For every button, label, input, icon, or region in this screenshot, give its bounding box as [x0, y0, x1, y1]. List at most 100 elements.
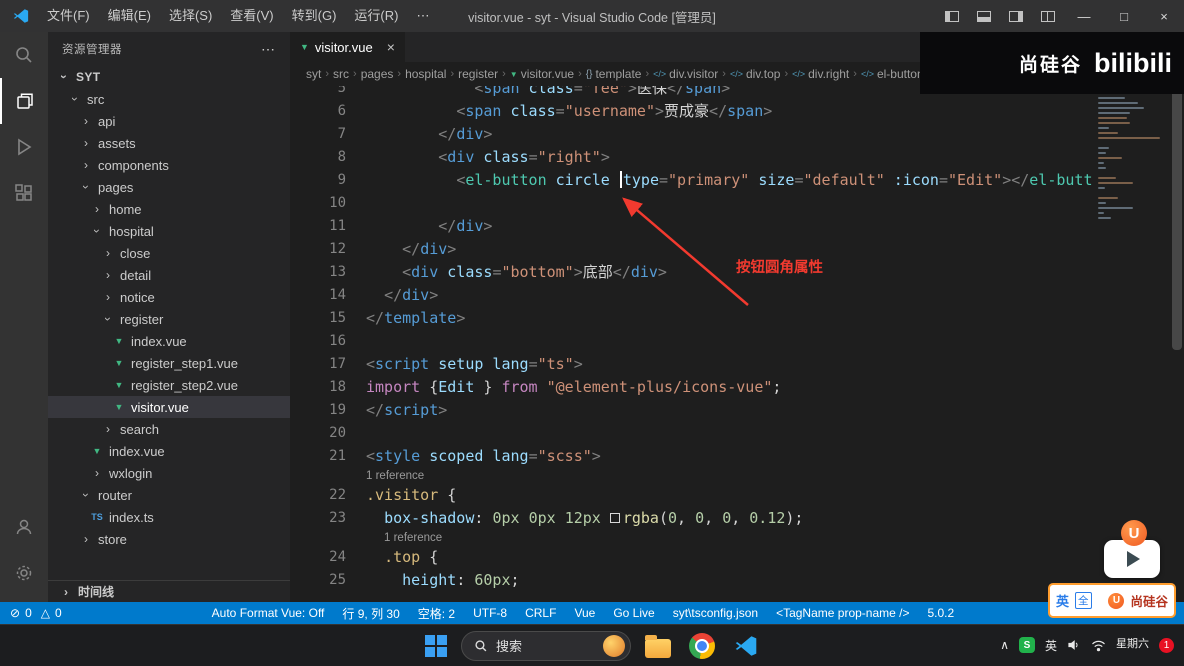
status-item[interactable]: UTF-8	[473, 606, 507, 620]
extensions-icon[interactable]	[0, 170, 48, 216]
tree-item-register_step2.vue[interactable]: ▼ register_step2.vue	[48, 374, 290, 396]
problems-indicator[interactable]: ⊘ 0 △ 0	[0, 606, 62, 620]
tree-item-pages[interactable]: › pages	[48, 176, 290, 198]
tree-item-wxlogin[interactable]: › wxlogin	[48, 462, 290, 484]
settings-gear-icon[interactable]	[0, 550, 48, 596]
tree-item-notice[interactable]: › notice	[48, 286, 290, 308]
toggle-secondary-sidebar-icon[interactable]	[1009, 10, 1023, 22]
status-item[interactable]: 空格: 2	[418, 605, 455, 622]
toggle-sidebar-icon[interactable]	[945, 10, 959, 22]
tree-item-index.ts[interactable]: TS index.ts	[48, 506, 290, 528]
ime-fullwidth-toggle[interactable]: 全	[1075, 592, 1092, 609]
tree-item-visitor.vue[interactable]: ▼ visitor.vue	[48, 396, 290, 418]
breadcrumb-item-visitor.vue[interactable]: ▼ visitor.vue	[510, 67, 574, 81]
video-play-overlay[interactable]: U	[1104, 520, 1164, 578]
start-button[interactable]	[421, 626, 451, 666]
breadcrumb-item-pages[interactable]: pages	[361, 67, 394, 81]
color-swatch-icon[interactable]	[609, 513, 620, 523]
taskbar-clock[interactable]: 星期六	[1116, 638, 1149, 652]
status-item[interactable]: CRLF	[525, 606, 556, 620]
code-editor[interactable]: 5 <span class="fee">医保</span> 6 <span cla…	[290, 86, 1092, 602]
more-actions-icon[interactable]: ⋯	[261, 41, 276, 58]
explorer-icon[interactable]	[0, 78, 48, 124]
breadcrumb-item-div.right[interactable]: </> div.right	[792, 67, 849, 81]
menu-item[interactable]: 查看(V)	[221, 0, 282, 32]
tree-item-router[interactable]: › router	[48, 484, 290, 506]
tab-visitor-vue[interactable]: ▼ visitor.vue ×	[290, 32, 405, 62]
status-item[interactable]: syt\tsconfig.json	[673, 606, 758, 620]
tree-item-home[interactable]: › home	[48, 198, 290, 220]
ime-indicator[interactable]: 英	[1045, 637, 1057, 654]
tree-item-index.vue[interactable]: ▼ index.vue	[48, 330, 290, 352]
breadcrumb-item-el-button[interactable]: </> el-button	[861, 67, 924, 81]
breadcrumb-item-hospital[interactable]: hospital	[405, 67, 446, 81]
tree-item-label: home	[109, 201, 142, 217]
timeline-section[interactable]: › 时间线	[48, 580, 290, 602]
codelens-label[interactable]: 1 reference	[366, 468, 424, 484]
search-icon[interactable]	[0, 32, 48, 78]
code-text: </template>	[366, 309, 466, 327]
ime-mode-toggle[interactable]: 英	[1056, 591, 1069, 610]
code-line: 18 import {Edit } from "@element-plus/ico…	[290, 376, 1092, 399]
notification-badge[interactable]: 1	[1159, 637, 1174, 653]
menu-item[interactable]: 文件(F)	[38, 0, 99, 32]
menu-item[interactable]: 编辑(E)	[99, 0, 160, 32]
status-item[interactable]: Vue	[574, 606, 595, 620]
tab-close-icon[interactable]: ×	[387, 39, 395, 55]
code-text: <span class="fee">医保</span>	[474, 86, 731, 97]
sogou-icon[interactable]: S	[1018, 637, 1035, 653]
taskbar-search[interactable]: 搜索	[461, 630, 631, 661]
tree-item-hospital[interactable]: › hospital	[48, 220, 290, 242]
tree-item-assets[interactable]: › assets	[48, 132, 290, 154]
scrollbar-track[interactable]	[1170, 86, 1184, 602]
status-item[interactable]: 5.0.2	[927, 606, 954, 620]
breadcrumb-item-register[interactable]: register	[458, 67, 498, 81]
tree-item-api[interactable]: › api	[48, 110, 290, 132]
breadcrumb-item-div.top[interactable]: </> div.top	[730, 67, 780, 81]
status-item[interactable]: 行 9, 列 30	[342, 605, 399, 622]
menu-item[interactable]: 选择(S)	[160, 0, 221, 32]
tree-item-close[interactable]: › close	[48, 242, 290, 264]
toggle-panel-icon[interactable]	[977, 10, 991, 22]
tree-item-search[interactable]: › search	[48, 418, 290, 440]
tree-item-index.vue[interactable]: ▼ index.vue	[48, 440, 290, 462]
minimap-line	[1098, 97, 1126, 99]
ime-toolbar[interactable]: 英 全 U 尚硅谷	[1048, 583, 1176, 618]
vscode-button[interactable]	[729, 626, 763, 666]
tree-item-SYT[interactable]: › SYT	[48, 66, 290, 88]
breadcrumb-item-src[interactable]: src	[333, 67, 349, 81]
customize-layout-icon[interactable]	[1041, 10, 1055, 22]
speaker-icon[interactable]	[1067, 638, 1081, 652]
tree-item-src[interactable]: › src	[48, 88, 290, 110]
breadcrumb-item-syt[interactable]: syt	[306, 67, 321, 81]
close-button[interactable]: ×	[1144, 0, 1184, 32]
tree-item-register_step1.vue[interactable]: ▼ register_step1.vue	[48, 352, 290, 374]
maximize-button[interactable]: □	[1104, 0, 1144, 32]
breadcrumb-item-div.visitor[interactable]: </> div.visitor	[653, 67, 718, 81]
wifi-icon[interactable]	[1091, 639, 1106, 652]
scrollbar-thumb[interactable]	[1172, 88, 1182, 350]
account-icon[interactable]	[0, 504, 48, 550]
file-explorer-button[interactable]	[641, 626, 675, 666]
tree-item-detail[interactable]: › detail	[48, 264, 290, 286]
codelens-label[interactable]: 1 reference	[366, 530, 442, 546]
menu-item[interactable]: 转到(G)	[283, 0, 346, 32]
tree-item-components[interactable]: › components	[48, 154, 290, 176]
minimap-line	[1098, 187, 1105, 189]
menu-item[interactable]: 运行(R)	[345, 0, 407, 32]
codelens-row: 1 reference	[290, 468, 1092, 484]
gutter	[290, 468, 346, 484]
status-item[interactable]: Go Live	[613, 606, 654, 620]
status-item[interactable]: Auto Format Vue: Off	[212, 606, 325, 620]
run-debug-icon[interactable]	[0, 124, 48, 170]
tree-item-store[interactable]: › store	[48, 528, 290, 550]
tree-item-register[interactable]: › register	[48, 308, 290, 330]
status-item[interactable]: <TagName prop-name />	[776, 606, 909, 620]
chrome-button[interactable]	[685, 626, 719, 666]
breadcrumb-item-template[interactable]: {} template	[586, 67, 642, 81]
minimize-button[interactable]: —	[1064, 0, 1104, 32]
menu-item[interactable]: ⋯	[407, 0, 438, 32]
line-number: 17	[329, 356, 346, 372]
minimap-line	[1098, 177, 1116, 179]
tray-chevron-icon[interactable]: ∧	[1000, 638, 1009, 652]
